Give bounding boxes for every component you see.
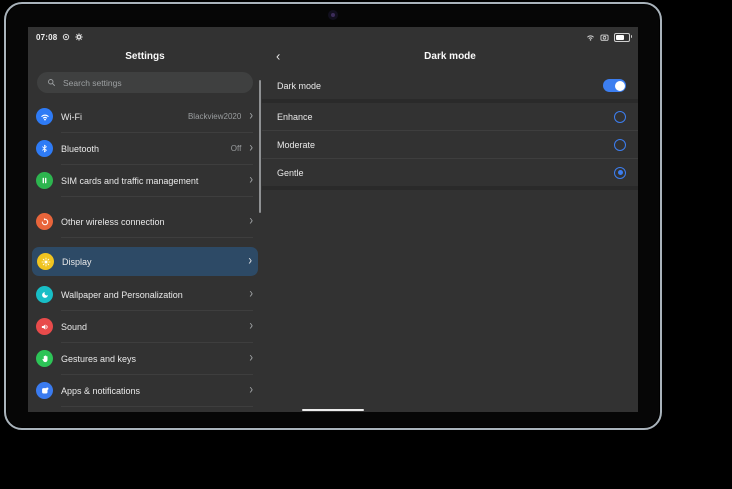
search-input[interactable]: Search settings [37, 72, 253, 93]
sidebar-item-wallpaper[interactable]: Wallpaper and Personalization › [28, 279, 262, 310]
sidebar-item-label: Apps & notifications [61, 386, 241, 396]
sidebar-item-label: Wi-Fi [61, 112, 180, 122]
list-divider [61, 406, 253, 407]
camera-status-icon [600, 33, 609, 42]
wifi-network-value: Blackview2020 [188, 112, 241, 121]
search-placeholder: Search settings [63, 78, 122, 88]
gear-icon [75, 33, 83, 41]
clock-time: 07:08 [36, 33, 57, 42]
hand-icon [36, 350, 53, 367]
bluetooth-state-value: Off [231, 144, 242, 153]
sidebar-list: Wi-Fi Blackview2020 › Bluetooth Off [28, 101, 262, 412]
wifi-icon [36, 108, 53, 125]
section-gap [262, 186, 638, 190]
radio-enhance[interactable] [614, 111, 626, 123]
sidebar-item-label: Other wireless connection [61, 217, 241, 227]
sidebar-item-label: Gestures and keys [61, 354, 241, 364]
app-square-icon [36, 382, 53, 399]
sidebar-item-sim-cards[interactable]: SIM cards and traffic management › [28, 165, 262, 196]
speaker-icon [36, 318, 53, 335]
option-label: Enhance [277, 112, 313, 122]
sidebar-item-bluetooth[interactable]: Bluetooth Off › [28, 133, 262, 164]
sidebar-item-label: Wallpaper and Personalization [61, 290, 241, 300]
record-icon [62, 33, 70, 41]
panel-title: Dark mode [424, 51, 476, 62]
chevron-right-icon: › [249, 288, 253, 302]
option-row-gentle[interactable]: Gentle [262, 159, 638, 186]
sidebar-title: Settings [125, 51, 164, 62]
bluetooth-icon [36, 140, 53, 157]
chevron-right-icon: › [249, 320, 253, 334]
front-camera [328, 10, 338, 20]
chevron-right-icon: › [248, 255, 252, 269]
option-row-enhance[interactable]: Enhance [262, 103, 638, 130]
chevron-right-icon: › [249, 352, 253, 366]
chevron-right-icon: › [249, 215, 253, 229]
sidebar-item-label: Display [62, 257, 240, 267]
camera-lens-icon [331, 13, 335, 17]
dark-mode-toggle[interactable] [603, 79, 626, 92]
sidebar-item-wifi[interactable]: Wi-Fi Blackview2020 › [28, 101, 262, 132]
stage: 07:08 [0, 0, 732, 489]
radio-gentle[interactable] [614, 167, 626, 179]
sidebar-item-apps[interactable]: Apps & notifications › [28, 375, 262, 406]
search-icon [47, 78, 56, 87]
settings-sidebar: Settings Search settings [28, 45, 262, 412]
chevron-right-icon: › [249, 384, 253, 398]
sim-card-icon [36, 172, 53, 189]
option-label: Moderate [277, 140, 315, 150]
wifi-status-icon [586, 33, 595, 42]
panel-header: ‹ Dark mode [262, 45, 638, 67]
status-bar: 07:08 [28, 27, 638, 45]
battery-icon [614, 33, 630, 42]
dark-mode-panel: ‹ Dark mode Dark mode Enhance [262, 45, 638, 412]
wallpaper-swirl-icon [36, 286, 53, 303]
dark-mode-label: Dark mode [277, 81, 321, 91]
sidebar-item-gestures[interactable]: Gestures and keys › [28, 343, 262, 374]
sidebar-item-label: Sound [61, 322, 241, 332]
home-indicator[interactable] [302, 409, 364, 412]
wireless-refresh-icon [36, 213, 53, 230]
sidebar-item-other-wireless[interactable]: Other wireless connection › [28, 206, 262, 237]
sun-icon [37, 253, 54, 270]
chevron-right-icon: › [249, 142, 253, 156]
option-row-moderate[interactable]: Moderate [262, 131, 638, 158]
list-divider [61, 237, 253, 238]
sidebar-header: Settings [28, 45, 262, 67]
tablet-screen: 07:08 [28, 27, 638, 412]
sidebar-item-label: SIM cards and traffic management [61, 176, 241, 186]
sidebar-item-sound[interactable]: Sound › [28, 311, 262, 342]
sidebar-item-label: Bluetooth [61, 144, 223, 154]
back-button[interactable]: ‹ [276, 50, 280, 63]
option-label: Gentle [277, 168, 304, 178]
radio-moderate[interactable] [614, 139, 626, 151]
chevron-right-icon: › [249, 174, 253, 188]
sidebar-scrollbar[interactable] [259, 80, 261, 213]
tablet-device-frame: 07:08 [4, 2, 662, 430]
chevron-right-icon: › [249, 110, 253, 124]
list-divider [61, 196, 253, 197]
sidebar-item-display[interactable]: Display › [32, 247, 258, 276]
dark-mode-toggle-row[interactable]: Dark mode [262, 72, 638, 99]
